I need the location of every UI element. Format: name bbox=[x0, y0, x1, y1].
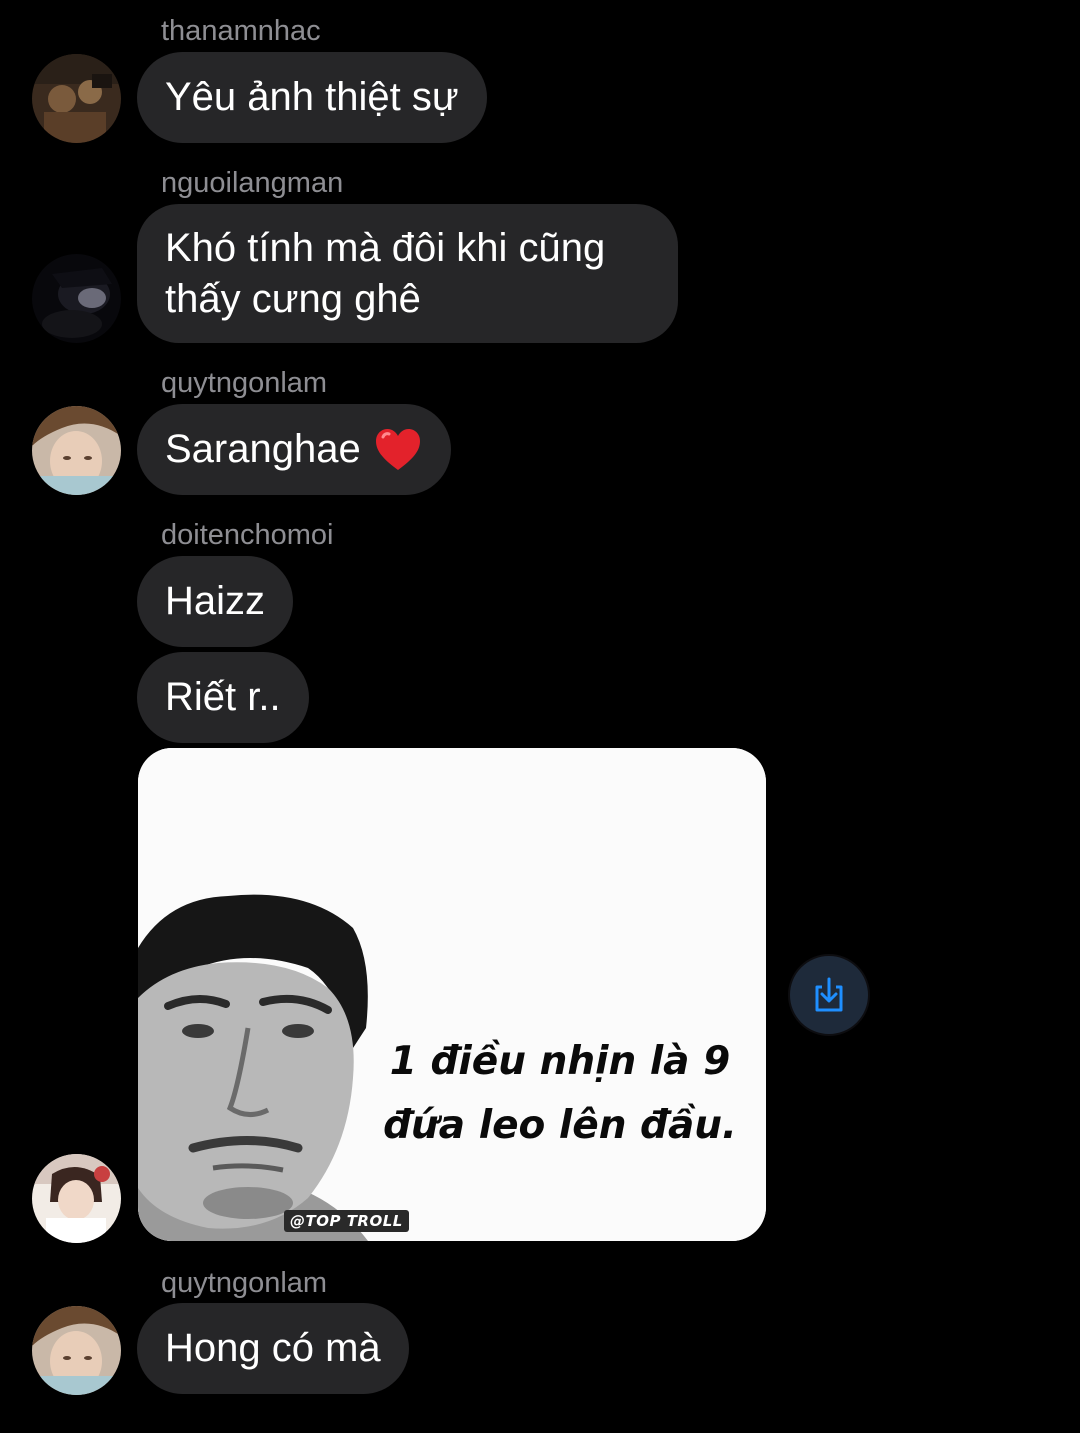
meme-watermark: @TOP TROLL bbox=[284, 1210, 409, 1232]
sender-name: thanamnhac bbox=[161, 15, 321, 47]
meme-photo bbox=[138, 748, 766, 1241]
sender-name: doitenchomoi bbox=[161, 519, 334, 551]
avatar[interactable] bbox=[32, 254, 121, 343]
avatar[interactable] bbox=[32, 54, 121, 143]
message-text: Saranghae bbox=[165, 427, 361, 471]
avatar[interactable] bbox=[32, 1306, 121, 1395]
message-bubble[interactable]: Riết r.. bbox=[137, 652, 309, 743]
message-bubble[interactable]: Hong có mà bbox=[137, 1303, 409, 1394]
meme-image-message[interactable]: 1 điều nhịn là 9 đứa leo lên đầu. @TOP T… bbox=[138, 748, 766, 1241]
sender-name: quytngonlam bbox=[161, 1267, 328, 1299]
message-text: Hong có mà bbox=[165, 1326, 381, 1370]
message-text: Riết r.. bbox=[165, 675, 281, 719]
message-bubble[interactable]: Saranghae bbox=[137, 404, 451, 495]
sender-name: quytngonlam bbox=[161, 367, 328, 399]
share-download-icon bbox=[815, 977, 843, 1012]
sender-name: nguoilangman bbox=[161, 167, 344, 199]
meme-caption: 1 điều nhịn là 9 đứa leo lên đầu. bbox=[383, 1039, 737, 1148]
message-text: Khó tính mà đôi khi cũng thấy cưng ghê bbox=[165, 225, 606, 321]
message-bubble[interactable]: Yêu ảnh thiệt sự bbox=[137, 52, 487, 143]
share-button[interactable] bbox=[788, 954, 870, 1036]
message-bubble[interactable]: Haizz bbox=[137, 556, 294, 647]
message-text: Haizz bbox=[165, 579, 266, 623]
message-text: Yêu ảnh thiệt sự bbox=[165, 75, 459, 119]
avatar[interactable] bbox=[32, 1154, 121, 1243]
red-heart-icon bbox=[375, 428, 420, 470]
avatar[interactable] bbox=[32, 406, 121, 495]
message-bubble[interactable]: Khó tính mà đôi khi cũng thấy cưng ghê bbox=[137, 204, 678, 343]
